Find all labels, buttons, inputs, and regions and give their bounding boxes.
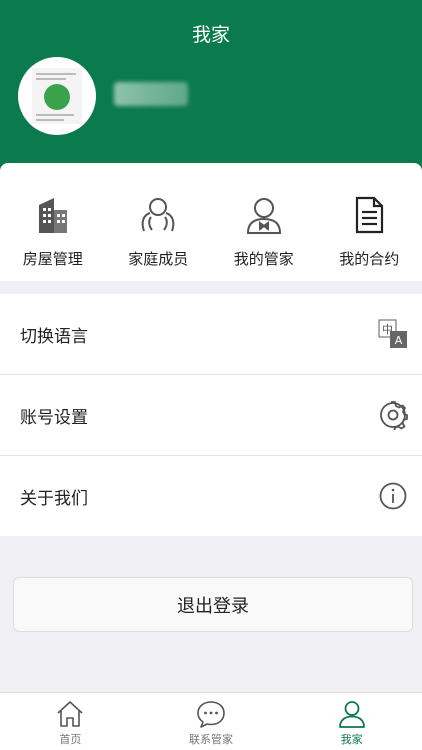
settings-menu: 切换语言 中 A 账号设置 关于我们 — [0, 294, 422, 536]
my-butler-button[interactable]: 我的管家 — [211, 163, 317, 281]
tab-home[interactable]: 首页 — [0, 693, 141, 750]
tab-my-home[interactable]: 我家 — [281, 693, 422, 750]
tab-label: 联系管家 — [189, 733, 233, 746]
menu-item-about-us[interactable]: 关于我们 — [0, 456, 422, 536]
tab-label: 首页 — [59, 733, 82, 746]
house-management-button[interactable]: 房屋管理 — [0, 163, 106, 281]
logout-button[interactable]: 退出登录 — [13, 577, 413, 632]
chat-icon — [197, 701, 225, 728]
family-members-label: 家庭成员 — [128, 250, 189, 268]
tab-label: 我家 — [340, 733, 363, 746]
contract-icon — [356, 196, 384, 234]
page-title: 我家 — [191, 24, 230, 46]
menu-item-label: 关于我们 — [20, 488, 88, 509]
header: 我家 — [0, 0, 422, 190]
my-contract-label: 我的合约 — [339, 250, 400, 268]
svg-text:A: A — [395, 334, 403, 347]
avatar[interactable] — [18, 57, 96, 135]
butler-icon — [246, 198, 281, 234]
home-icon — [57, 701, 83, 727]
menu-item-label: 账号设置 — [20, 407, 88, 428]
translate-icon: 中 A — [378, 319, 407, 348]
info-icon — [379, 482, 407, 510]
menu-item-label: 切换语言 — [20, 326, 88, 347]
gear-icon — [380, 401, 408, 430]
menu-item-account-settings[interactable]: 账号设置 — [0, 375, 422, 456]
quick-actions-card: 房屋管理 家庭成员 我的管家 我的合约 — [0, 163, 422, 281]
tab-bar: 首页 联系管家 我家 — [0, 692, 422, 750]
tab-contact-butler[interactable]: 联系管家 — [141, 693, 282, 750]
avatar-qr-image — [32, 68, 82, 124]
username-blurred — [114, 82, 188, 106]
person-icon — [338, 701, 365, 728]
house-management-label: 房屋管理 — [22, 250, 83, 268]
my-butler-label: 我的管家 — [233, 250, 294, 268]
building-icon — [38, 198, 67, 233]
menu-item-language[interactable]: 切换语言 中 A — [0, 294, 422, 375]
family-members-icon — [141, 198, 175, 232]
family-members-button[interactable]: 家庭成员 — [106, 163, 212, 281]
my-contract-button[interactable]: 我的合约 — [317, 163, 422, 281]
